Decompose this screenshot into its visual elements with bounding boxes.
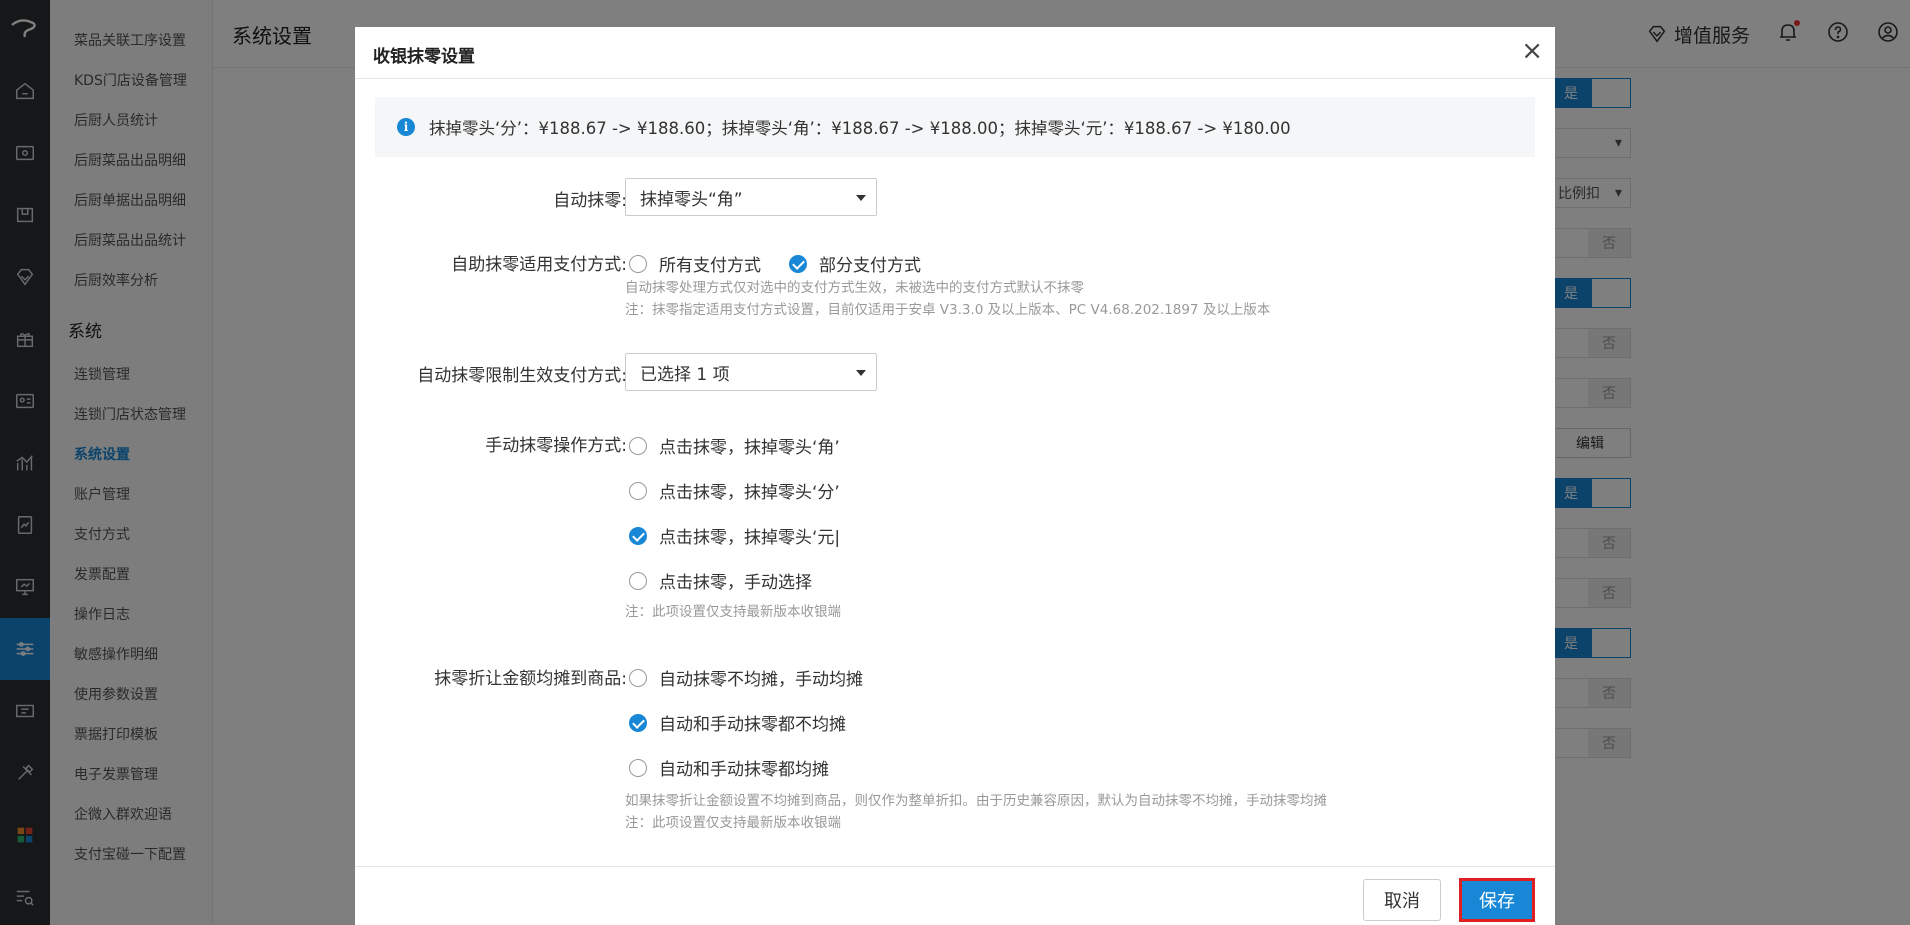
distribute-note: 如果抹零折让金额设置不均摊到商品，则仅作为整单折扣。由于历史兼容原因，默认为自动… <box>625 793 1327 809</box>
auto-round-value: 抹掉零头“角” <box>640 189 743 210</box>
distribute-radio-none[interactable]: 自动和手动抹零都不均摊 <box>629 710 846 735</box>
limit-pay-value: 已选择 1 项 <box>640 364 730 385</box>
radio-unchecked-icon <box>629 481 647 500</box>
radio-unchecked-icon <box>629 571 647 590</box>
radio-checked-icon <box>629 526 647 545</box>
distribute-radio-all[interactable]: 自动和手动抹零都均摊 <box>629 755 829 780</box>
radio-label: 所有支付方式 <box>659 256 761 276</box>
radio-label: 点击抹零，抹掉零头‘分’ <box>659 483 840 503</box>
caret-down-icon <box>856 195 866 201</box>
auto-round-label: 自动抹零: <box>553 191 627 211</box>
rounding-settings-dialog: 收银抹零设置 × i 抹掉零头‘分’：¥188.67 -> ¥188.60；抹掉… <box>355 27 1555 925</box>
auto-round-select[interactable]: 抹掉零头“角” <box>625 178 877 216</box>
radio-unchecked-icon <box>629 436 647 455</box>
close-icon[interactable]: × <box>1521 37 1543 65</box>
self-pay-note: 自动抹零处理方式仅对选中的支付方式生效，未被选中的支付方式默认不抹零 <box>625 280 1084 296</box>
limit-pay-label: 自动抹零限制生效支付方式: <box>417 366 627 386</box>
manual-radio-choose[interactable]: 点击抹零，手动选择 <box>629 568 812 593</box>
manual-radio-fen[interactable]: 点击抹零，抹掉零头‘分’ <box>629 478 840 503</box>
info-banner: i 抹掉零头‘分’：¥188.67 -> ¥188.60；抹掉零头‘角’：¥18… <box>375 97 1535 157</box>
radio-label: 点击抹零，抹掉零头‘角’ <box>659 438 840 458</box>
dialog-footer: 取消 保存 <box>355 866 1555 925</box>
radio-label: 自动抹零不均摊，手动均摊 <box>659 670 863 690</box>
manual-radio-yuan[interactable]: 点击抹零，抹掉零头‘元| <box>629 523 840 548</box>
radio-checked-icon <box>629 713 647 732</box>
self-pay-radio-all[interactable]: 所有支付方式 <box>629 251 761 276</box>
radio-label: 点击抹零，抹掉零头‘元| <box>659 528 841 548</box>
distribute-radio-auto-none[interactable]: 自动抹零不均摊，手动均摊 <box>629 665 863 690</box>
limit-pay-select[interactable]: 已选择 1 项 <box>625 353 877 391</box>
radio-label: 自动和手动抹零都不均摊 <box>659 715 846 735</box>
manual-note: 注：此项设置仅支持最新版本收银端 <box>625 604 841 620</box>
self-pay-label: 自助抹零适用支付方式: <box>451 255 627 275</box>
dialog-title: 收银抹零设置 <box>373 47 475 67</box>
caret-down-icon <box>856 370 866 376</box>
self-pay-radio-partial[interactable]: 部分支付方式 <box>789 251 921 276</box>
self-pay-version-note: 注：抹零指定适用支付方式设置，目前仅适用于安卓 V3.3.0 及以上版本、PC … <box>625 302 1271 318</box>
distribute-version-note: 注：此项设置仅支持最新版本收银端 <box>625 815 841 831</box>
radio-label: 部分支付方式 <box>819 256 921 276</box>
radio-label: 点击抹零，手动选择 <box>659 573 812 593</box>
manual-round-label: 手动抹零操作方式: <box>485 436 627 456</box>
info-text: 抹掉零头‘分’：¥188.67 -> ¥188.60；抹掉零头‘角’：¥188.… <box>429 119 1291 138</box>
radio-unchecked-icon <box>629 668 647 687</box>
save-button[interactable]: 保存 <box>1459 878 1535 922</box>
cancel-button[interactable]: 取消 <box>1363 879 1441 921</box>
radio-unchecked-icon <box>629 758 647 777</box>
distribute-label: 抹零折让金额均摊到商品: <box>434 669 627 689</box>
info-icon: i <box>397 118 415 136</box>
manual-radio-jiao[interactable]: 点击抹零，抹掉零头‘角’ <box>629 433 840 458</box>
radio-unchecked-icon <box>629 254 647 273</box>
radio-checked-icon <box>789 254 807 273</box>
radio-label: 自动和手动抹零都均摊 <box>659 760 829 780</box>
